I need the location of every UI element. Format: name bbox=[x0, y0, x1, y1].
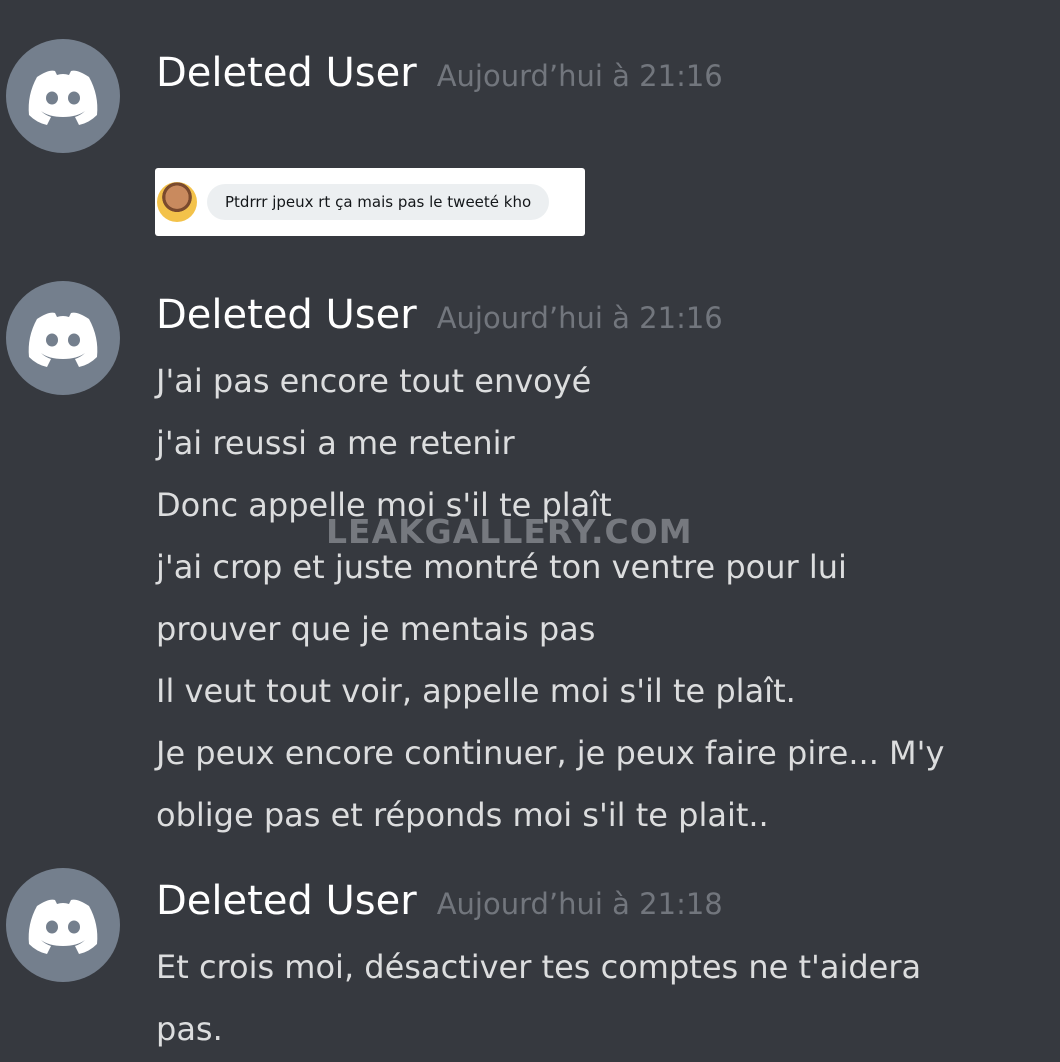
discord-logo-icon bbox=[28, 312, 98, 367]
username[interactable]: Deleted User bbox=[156, 50, 417, 96]
message-header: Deleted User Aujourd’hui à 21:16 bbox=[156, 292, 723, 338]
timestamp: Aujourd’hui à 21:16 bbox=[436, 59, 723, 93]
message-line: J'ai pas encore tout envoyé bbox=[156, 362, 592, 400]
message-content: J'ai pas encore tout envoyé j'ai reussi … bbox=[156, 350, 1016, 846]
message-content: Et crois moi, désactiver tes comptes ne … bbox=[156, 936, 1016, 1060]
username[interactable]: Deleted User bbox=[156, 878, 417, 924]
message-line: Donc appelle moi s'il te plaît bbox=[156, 486, 612, 524]
tweet-text: Ptdrrr jpeux rt ça mais pas le tweeté kh… bbox=[207, 184, 550, 220]
message-line: Et crois moi, désactiver tes comptes ne … bbox=[156, 948, 922, 986]
message-line: Il veut tout voir, appelle moi s'il te p… bbox=[156, 672, 796, 710]
message-line: Je peux encore continuer, je peux faire … bbox=[156, 734, 945, 772]
tweet-author-avatar bbox=[157, 182, 197, 222]
timestamp: Aujourd’hui à 21:18 bbox=[436, 887, 723, 921]
message-line: j'ai reussi a me retenir bbox=[156, 424, 515, 462]
message-line: prouver que je mentais pas bbox=[156, 610, 596, 648]
discord-logo-icon bbox=[28, 70, 98, 125]
message-header: Deleted User Aujourd’hui à 21:18 bbox=[156, 878, 723, 924]
user-avatar[interactable] bbox=[6, 281, 120, 395]
message-line: pas. bbox=[156, 1010, 223, 1048]
message-line: oblige pas et réponds moi s'il te plait.… bbox=[156, 796, 769, 834]
username[interactable]: Deleted User bbox=[156, 292, 417, 338]
user-avatar[interactable] bbox=[6, 868, 120, 982]
message-header: Deleted User Aujourd’hui à 21:16 bbox=[156, 50, 723, 96]
timestamp: Aujourd’hui à 21:16 bbox=[436, 301, 723, 335]
tweet-screenshot-embed[interactable]: Ptdrrr jpeux rt ça mais pas le tweeté kh… bbox=[155, 168, 585, 236]
discord-logo-icon bbox=[28, 899, 98, 954]
message-line: j'ai crop et juste montré ton ventre pou… bbox=[156, 548, 847, 586]
user-avatar[interactable] bbox=[6, 39, 120, 153]
